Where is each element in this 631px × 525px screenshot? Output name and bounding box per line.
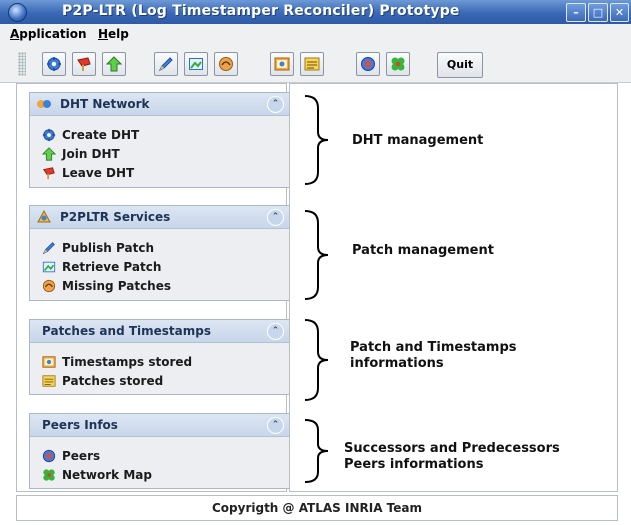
toolbar-leave-dht-button[interactable] xyxy=(72,52,96,76)
dht-management-label: DHT management xyxy=(352,133,484,148)
peers-icon xyxy=(361,57,375,71)
task-pane: DHT Network ⌃ Create DHT Join DHT Leave … xyxy=(16,83,293,492)
patch-brace xyxy=(304,210,329,300)
network-map-icon xyxy=(43,469,55,481)
join-dht-icon xyxy=(106,56,122,72)
toolbar-missing-patches-button[interactable] xyxy=(214,52,238,76)
maximize-button[interactable]: □ xyxy=(588,3,608,22)
leave-dht-icon xyxy=(43,167,55,180)
patches-timestamps-title: Patches and Timestamps xyxy=(42,324,211,338)
timestamps-icon xyxy=(42,356,56,368)
services-icon xyxy=(37,209,51,223)
toolbar-timestamps-button[interactable] xyxy=(270,52,294,76)
quit-button[interactable]: Quit xyxy=(437,52,483,78)
patch-management-label: Patch management xyxy=(352,243,494,258)
patches-timestamps-header[interactable]: Patches and Timestamps ⌃ xyxy=(30,320,292,343)
create-dht-icon xyxy=(47,57,61,71)
timestamps-brace xyxy=(304,319,329,401)
leave-dht-icon xyxy=(77,57,91,71)
toolbar-publish-patch-button[interactable] xyxy=(154,52,178,76)
services-panel: P2PLTR Services ⌃ Publish Patch Retrieve… xyxy=(29,205,293,301)
toolbar-network-map-button[interactable] xyxy=(386,52,410,76)
peers-brace xyxy=(304,419,329,483)
content-pane: DHT management Patch management Patch an… xyxy=(289,83,618,492)
services-header[interactable]: P2PLTR Services ⌃ xyxy=(30,206,292,229)
toolbar-create-dht-button[interactable] xyxy=(42,52,66,76)
patches-stored-label: Patches stored xyxy=(62,374,164,388)
peers-label: Peers xyxy=(62,449,101,463)
toolbar: Quit xyxy=(0,44,631,83)
dht-network-title: DHT Network xyxy=(60,97,150,111)
collapse-icon[interactable]: ⌃ xyxy=(267,323,284,340)
publish-patch-icon xyxy=(42,242,55,255)
menu-help-label: elp xyxy=(108,27,129,41)
peers-info-label: Successors and Predecessors Peers informa… xyxy=(344,441,560,473)
peers-info-line1: Successors and Predecessors xyxy=(344,441,560,456)
missing-patches-icon xyxy=(219,57,233,71)
toolbar-grip[interactable] xyxy=(18,52,26,76)
collapse-icon[interactable]: ⌃ xyxy=(267,209,284,226)
menu-bar: Application Help xyxy=(0,24,631,44)
publish-patch-icon xyxy=(158,57,173,72)
retrieve-patch-icon xyxy=(189,58,203,70)
toolbar-join-dht-button[interactable] xyxy=(102,52,126,76)
timestamps-info-label: Patch and Timestamps informations xyxy=(350,340,517,372)
join-dht-label: Join DHT xyxy=(62,147,120,161)
patches-timestamps-panel: Patches and Timestamps ⌃ Timestamps stor… xyxy=(29,319,293,395)
menu-application[interactable]: Application xyxy=(10,27,87,41)
close-button[interactable]: ✕ xyxy=(610,3,629,22)
peers-infos-panel: Peers Infos ⌃ Peers Network Map xyxy=(29,413,293,489)
patches-icon xyxy=(42,375,56,387)
toolbar-patches-button[interactable] xyxy=(300,52,324,76)
create-dht-label: Create DHT xyxy=(62,128,140,142)
create-dht-icon xyxy=(42,128,56,142)
window-title: P2P-LTR (Log Timestamper Reconciler) Pro… xyxy=(62,3,460,19)
retrieve-patch-label: Retrieve Patch xyxy=(62,260,162,274)
timestamps-info-line1: Patch and Timestamps xyxy=(350,340,517,355)
menu-application-mnemonic: A xyxy=(10,27,20,41)
dht-network-icon xyxy=(37,100,51,108)
timestamps-stored-label: Timestamps stored xyxy=(62,355,193,369)
dht-brace xyxy=(304,95,329,185)
timestamps-info-line2: informations xyxy=(350,356,444,371)
retrieve-patch-icon xyxy=(42,261,56,273)
timestamps-icon xyxy=(274,57,290,71)
join-dht-icon xyxy=(42,147,56,161)
app-globe-icon xyxy=(8,3,27,22)
missing-patches-label: Missing Patches xyxy=(62,279,172,293)
collapse-icon[interactable]: ⌃ xyxy=(267,96,284,113)
peers-infos-header[interactable]: Peers Infos ⌃ xyxy=(30,414,292,437)
title-bar: P2P-LTR (Log Timestamper Reconciler) Pro… xyxy=(0,0,631,24)
peers-icon xyxy=(42,449,56,463)
missing-patches-icon xyxy=(42,279,56,293)
menu-help[interactable]: Help xyxy=(98,27,129,41)
peers-infos-title: Peers Infos xyxy=(42,418,118,432)
minimize-button[interactable]: – xyxy=(566,3,586,22)
dht-network-header[interactable]: DHT Network ⌃ xyxy=(30,93,292,116)
network-map-label: Network Map xyxy=(62,468,152,482)
publish-patch-label: Publish Patch xyxy=(62,241,154,255)
peers-info-line2: Peers informations xyxy=(344,457,484,472)
menu-help-mnemonic: H xyxy=(98,27,109,41)
toolbar-peers-button[interactable] xyxy=(356,52,380,76)
network-map-icon xyxy=(391,57,405,71)
services-title: P2PLTR Services xyxy=(60,210,171,224)
patches-icon xyxy=(304,57,320,71)
leave-dht-label: Leave DHT xyxy=(62,166,135,180)
toolbar-retrieve-patch-button[interactable] xyxy=(184,52,208,76)
footer-copyright: Copyrigth @ ATLAS INRIA Team xyxy=(16,495,618,521)
menu-application-label: pplication xyxy=(19,27,87,41)
collapse-icon[interactable]: ⌃ xyxy=(267,417,284,434)
dht-network-panel: DHT Network ⌃ Create DHT Join DHT Leave … xyxy=(29,92,293,188)
